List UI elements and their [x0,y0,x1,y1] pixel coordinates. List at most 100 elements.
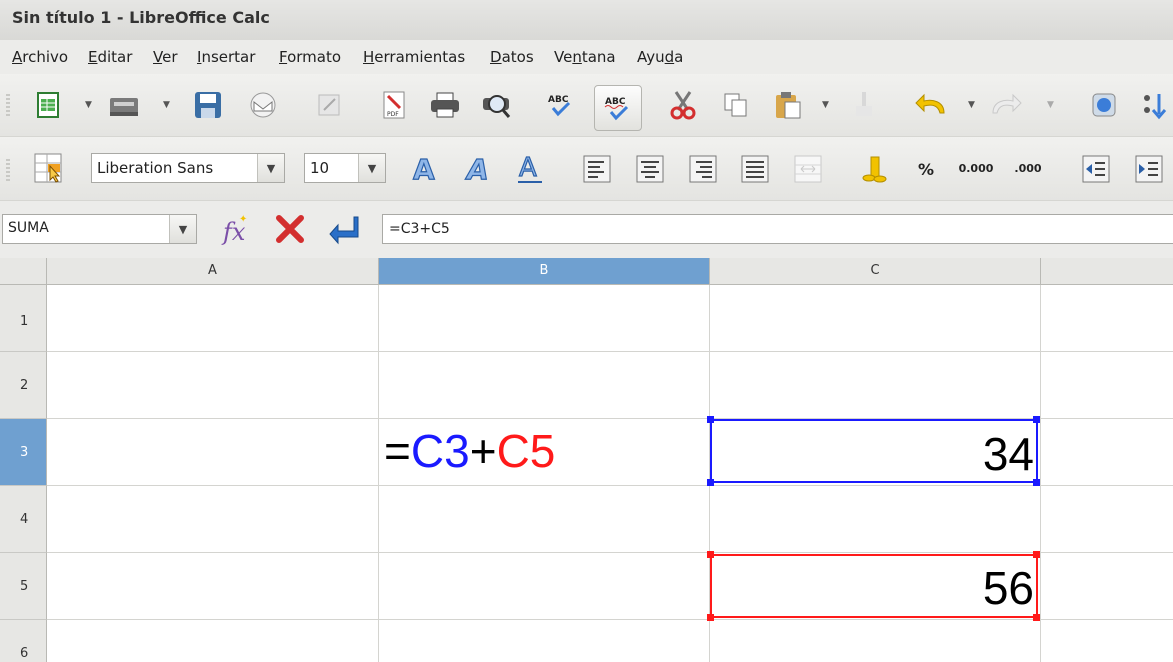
toolbar-grip[interactable] [6,94,10,116]
add-decimal-icon[interactable]: 0.000 [958,151,994,187]
italic-icon[interactable]: A [461,151,497,187]
clone-formatting-icon[interactable] [845,87,881,123]
redo-icon[interactable] [988,87,1024,123]
undo-icon[interactable] [913,87,949,123]
menu-formato[interactable]: Formato [279,48,341,66]
cell-d3[interactable] [1041,419,1173,486]
print-preview-icon[interactable] [479,87,515,123]
toolbar-grip[interactable] [6,159,10,181]
edit-file-icon[interactable] [311,87,347,123]
increase-indent-icon[interactable] [1131,151,1167,187]
auto-spellcheck-icon[interactable]: ABC [594,85,642,131]
cell-d1[interactable] [1041,285,1173,352]
row-header-6[interactable]: 6 [0,620,47,662]
print-icon[interactable] [427,87,463,123]
menu-herramientas[interactable]: Herramientas [363,48,465,66]
cell-a3[interactable] [47,419,379,486]
reference-handle[interactable] [1033,479,1040,486]
cell-d4[interactable] [1041,486,1173,553]
cell-a6[interactable] [47,620,379,662]
cell-d2[interactable] [1041,352,1173,419]
font-size-combo[interactable]: 10 ▼ [304,153,386,183]
reference-handle[interactable] [1033,551,1040,558]
cell-b1[interactable] [379,285,710,352]
open-icon[interactable] [106,87,142,123]
redo-dropdown-icon[interactable]: ▼ [1047,100,1054,110]
menu-ventana[interactable]: Ventana [554,48,616,66]
align-center-icon[interactable] [632,151,668,187]
menu-editar[interactable]: Editar [88,48,132,66]
paste-dropdown-icon[interactable]: ▼ [822,100,829,110]
cut-icon[interactable] [665,87,701,123]
navigator-icon[interactable] [1086,87,1122,123]
font-name-dropdown-icon[interactable]: ▼ [257,154,284,182]
open-dropdown-icon[interactable]: ▼ [163,100,170,110]
function-wizard-icon[interactable]: fx ✦ [220,211,256,247]
cell-d5[interactable] [1041,553,1173,620]
name-box[interactable]: SUMA ▼ [2,214,197,244]
cancel-icon[interactable] [272,211,308,247]
formula-input[interactable]: =C3+C5 [382,214,1173,244]
cell-b6[interactable] [379,620,710,662]
decrease-indent-icon[interactable] [1078,151,1114,187]
align-right-icon[interactable] [685,151,721,187]
sort-icon[interactable] [1136,87,1172,123]
cell-d6[interactable] [1041,620,1173,662]
select-all-corner[interactable] [0,258,47,285]
cell-a2[interactable] [47,352,379,419]
percent-format-icon[interactable]: % [908,151,944,187]
column-header-a[interactable]: A [47,258,379,285]
row-header-4[interactable]: 4 [0,486,47,553]
cell-c2[interactable] [710,352,1041,419]
row-header-5[interactable]: 5 [0,553,47,620]
menu-ver[interactable]: Ver [153,48,178,66]
menu-archivo[interactable]: Archivo [12,48,68,66]
email-icon[interactable] [245,87,281,123]
column-header-c[interactable]: C [710,258,1041,285]
justify-icon[interactable] [737,151,773,187]
new-spreadsheet-icon[interactable] [30,87,66,123]
align-left-icon[interactable] [579,151,615,187]
cell-c1[interactable] [710,285,1041,352]
row-header-2[interactable]: 2 [0,352,47,419]
menu-ayuda[interactable]: Ayuda [637,48,683,66]
cell-b4[interactable] [379,486,710,553]
menu-datos[interactable]: Datos [490,48,534,66]
cell-c6[interactable] [710,620,1041,662]
copy-icon[interactable] [718,87,754,123]
reference-handle[interactable] [1033,416,1040,423]
menu-insertar[interactable]: Insertar [197,48,255,66]
undo-dropdown-icon[interactable]: ▼ [968,100,975,110]
spellcheck-icon[interactable]: ABC [543,87,579,123]
currency-format-icon[interactable] [856,151,892,187]
remove-decimal-icon[interactable]: .000 [1010,151,1046,187]
paste-icon[interactable] [770,87,806,123]
name-box-dropdown-icon[interactable]: ▼ [169,215,196,243]
cell-c4[interactable] [710,486,1041,553]
bold-icon[interactable]: A [407,151,443,187]
row-header-3[interactable]: 3 [0,419,47,486]
new-dropdown-icon[interactable]: ▼ [85,100,92,110]
row-header-1[interactable]: 1 [0,285,47,352]
cell-b3[interactable]: =C3+C5 [379,419,710,486]
reference-handle[interactable] [707,479,714,486]
underline-icon[interactable]: A [512,151,548,187]
font-size-dropdown-icon[interactable]: ▼ [358,154,385,182]
merge-cells-icon[interactable] [790,151,826,187]
save-icon[interactable] [190,87,226,123]
cell-a4[interactable] [47,486,379,553]
reference-handle[interactable] [1033,614,1040,621]
font-name-combo[interactable]: Liberation Sans ▼ [91,153,285,183]
cell-a1[interactable] [47,285,379,352]
reference-handle[interactable] [707,416,714,423]
styles-icon[interactable] [30,150,66,186]
cell-b2[interactable] [379,352,710,419]
reference-handle[interactable] [707,614,714,621]
accept-icon[interactable] [325,211,361,247]
export-pdf-icon[interactable]: PDF [376,87,412,123]
cell-a5[interactable] [47,553,379,620]
reference-handle[interactable] [707,551,714,558]
spreadsheet-grid[interactable]: A B C 1 2 3 4 5 6 =C3+C5 34 56 [0,258,1173,662]
column-header-d[interactable] [1041,258,1173,285]
cell-b5[interactable] [379,553,710,620]
